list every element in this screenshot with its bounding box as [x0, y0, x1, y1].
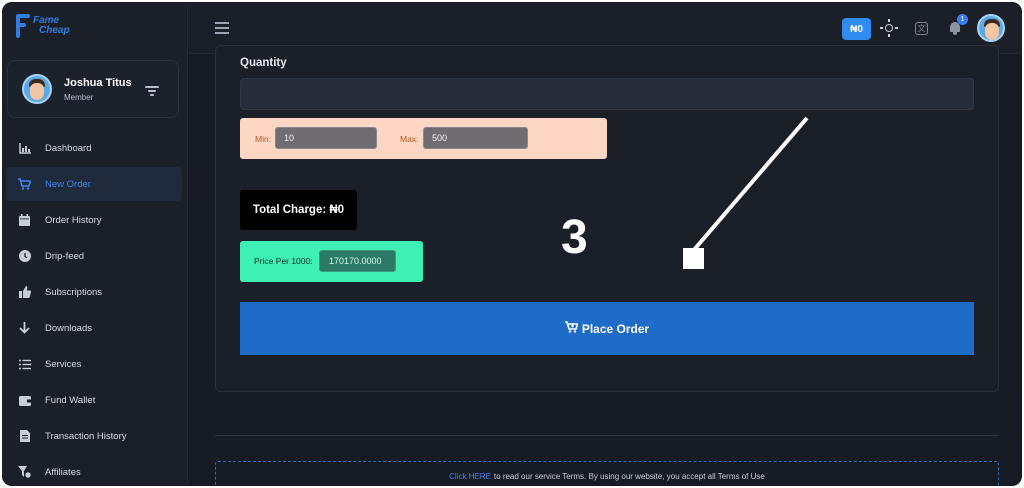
sidebar-item-downloads[interactable]: Downloads: [2, 310, 188, 346]
sidebar-item-transaction-history[interactable]: Transaction History: [2, 418, 188, 454]
sidebar-item-affiliates[interactable]: Affiliates: [2, 454, 188, 486]
app-window: Fame Cheap Joshua Titus Member Dashboard: [2, 2, 1022, 486]
profile-card: Joshua Titus Member: [7, 60, 179, 118]
footer-divider: [215, 435, 999, 436]
calendar-icon: [18, 214, 31, 227]
cart-icon: [18, 178, 31, 191]
terms-footer: Click HERE to read our service Terms. By…: [215, 461, 999, 486]
sidebar-item-subscriptions[interactable]: Subscriptions: [2, 274, 188, 310]
thumbs-up-icon: [18, 286, 31, 299]
sidebar-item-label: Services: [45, 358, 82, 370]
sidebar-item-label: New Order: [45, 178, 91, 190]
receipt-icon: [18, 430, 31, 443]
chart-icon: [18, 142, 31, 155]
sidebar-item-fund-wallet[interactable]: Fund Wallet: [2, 382, 188, 418]
arrow-down-icon: [18, 322, 31, 335]
logo-icon: [16, 14, 30, 38]
sidebar-item-label: Subscriptions: [45, 286, 103, 298]
wallet-icon: [18, 394, 31, 407]
user-avatar[interactable]: [977, 14, 1005, 42]
pointer-arrow-annotation: [683, 116, 809, 269]
affiliate-icon: [18, 466, 31, 479]
sidebar-item-label: Drip-feed: [45, 250, 85, 262]
clock-icon: [18, 250, 31, 263]
filter-icon[interactable]: [145, 86, 159, 96]
translate-icon[interactable]: 文: [915, 22, 928, 35]
sidebar-item-services[interactable]: Services: [2, 346, 188, 382]
sidebar-item-dashboard[interactable]: Dashboard: [2, 130, 188, 166]
sidebar-item-label: Order History: [45, 214, 102, 226]
brand-name: Fame Cheap: [33, 15, 70, 36]
sidebar-item-label: Downloads: [45, 322, 92, 334]
sidebar-item-drip-feed[interactable]: Drip-feed: [2, 238, 188, 274]
sidebar-item-order-history[interactable]: Order History: [2, 202, 188, 238]
brand-logo[interactable]: Fame Cheap: [16, 14, 70, 38]
profile-name: Joshua Titus: [64, 77, 132, 89]
sidebar: Fame Cheap Joshua Titus Member Dashboard: [2, 2, 188, 486]
main-content: Quantity Min: 10 Max: 500 Total Charge: …: [189, 45, 1022, 486]
profile-role: Member: [64, 93, 94, 102]
sidebar-item-label: Fund Wallet: [45, 394, 96, 406]
menu-icon[interactable]: [215, 22, 229, 34]
sidebar-nav: Dashboard New Order Order History Drip-f…: [2, 130, 188, 486]
avatar[interactable]: [22, 74, 52, 104]
wallet-balance-button[interactable]: ₦0: [842, 18, 871, 40]
sun-icon[interactable]: [880, 19, 898, 37]
sidebar-item-label: Dashboard: [45, 142, 92, 154]
sidebar-item-new-order[interactable]: New Order: [6, 167, 182, 201]
sidebar-item-label: Affiliates: [45, 466, 81, 478]
terms-link[interactable]: Click HERE: [449, 472, 491, 481]
list-icon: [18, 358, 31, 371]
sidebar-item-label: Transaction History: [45, 430, 127, 442]
terms-text: to read our service Terms. By using our …: [493, 471, 765, 481]
notification-badge: 1: [957, 14, 968, 25]
